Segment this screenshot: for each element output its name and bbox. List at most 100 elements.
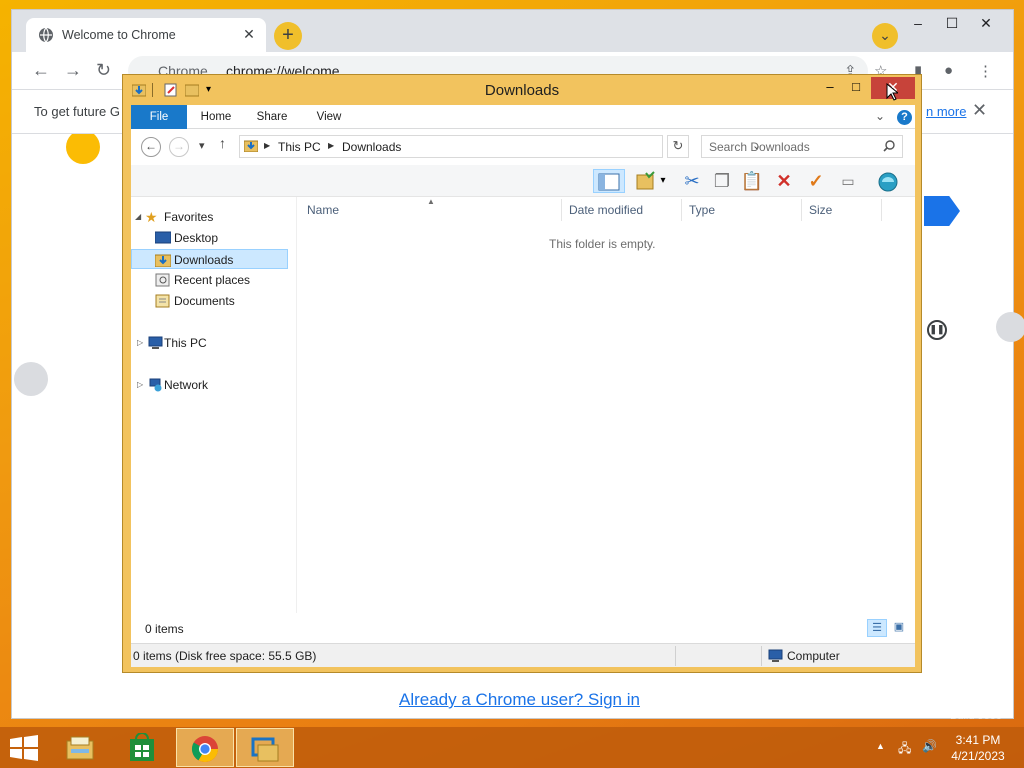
paste-icon[interactable]: 📋 — [739, 169, 765, 193]
taskbar-chrome[interactable] — [176, 728, 234, 767]
explorer-minimize-button[interactable]: – — [819, 77, 841, 99]
profile-icon[interactable]: ● — [944, 62, 953, 79]
forward-icon[interactable]: → — [64, 60, 82, 81]
show-hidden-icons-icon[interactable]: ▲ — [876, 741, 885, 751]
mouse-cursor-icon — [886, 83, 898, 101]
column-divider[interactable] — [561, 199, 562, 221]
collapse-triangle-icon[interactable]: ◢ — [135, 207, 141, 227]
globe-icon — [39, 27, 53, 43]
select-folder-icon[interactable] — [633, 169, 659, 193]
tab-file[interactable]: File — [131, 105, 187, 129]
help-icon[interactable]: ? — [897, 110, 912, 125]
chrome-tab-close-icon[interactable]: ✕ — [240, 26, 258, 43]
column-divider[interactable] — [881, 199, 882, 221]
column-date-modified[interactable]: Date modified — [569, 203, 643, 217]
tree-desktop[interactable]: Desktop — [131, 228, 287, 248]
cut-icon[interactable]: ✂ — [679, 169, 705, 193]
tree-this-pc[interactable]: ▷ This PC — [131, 333, 287, 353]
command-toolbar: ▾ ✂ ❐ 📋 ✕ ✓ ▭ — [131, 165, 915, 197]
recent-locations-icon[interactable]: ▾ — [199, 139, 205, 152]
decorative-arrow — [924, 196, 960, 226]
folder-download-icon — [155, 254, 171, 267]
chrome-tab-title: Welcome to Chrome — [62, 28, 176, 42]
column-name[interactable]: Name — [307, 203, 339, 217]
taskbar-store[interactable] — [114, 728, 172, 767]
forward-button[interactable]: → — [169, 137, 189, 157]
expand-ribbon-icon[interactable]: ⌄ — [875, 109, 885, 123]
column-divider[interactable] — [681, 199, 682, 221]
tree-documents[interactable]: Documents — [131, 291, 287, 311]
properties-icon[interactable] — [875, 169, 901, 193]
tab-view[interactable]: View — [307, 105, 351, 129]
column-type[interactable]: Type — [689, 203, 715, 217]
folder-icon — [251, 737, 279, 762]
tree-recent-places[interactable]: Recent places — [131, 270, 287, 290]
watermark: Build 9600 — [950, 710, 1002, 722]
menu-icon[interactable]: ⋮ — [978, 62, 993, 80]
copy-icon[interactable]: ❐ — [709, 169, 735, 193]
file-list[interactable]: ▲ Name Date modified Type Size This fold… — [297, 197, 915, 613]
windows-start-icon[interactable] — [8, 735, 40, 761]
tree-downloads[interactable]: Downloads — [131, 249, 288, 269]
taskbar: ▲ 🖧 🔊 3:41 PM 4/21/2023 — [0, 727, 1024, 768]
rename-icon[interactable]: ▭ — [835, 169, 861, 193]
taskbar-explorer-window[interactable] — [236, 728, 294, 767]
computer-icon — [148, 336, 163, 349]
check-icon[interactable]: ✓ — [803, 169, 829, 193]
status-divider — [675, 646, 676, 666]
clock-date: 4/21/2023 — [951, 749, 1005, 763]
system-clock[interactable]: 3:41 PM 4/21/2023 — [940, 732, 1016, 764]
explorer-title: Downloads — [484, 82, 560, 99]
close-button[interactable]: ✕ — [969, 12, 1003, 36]
reload-icon[interactable]: ↻ — [96, 60, 111, 81]
pause-icon[interactable]: ❚❚ — [927, 320, 947, 340]
explorer-maximize-button[interactable]: □ — [845, 77, 867, 99]
address-bar[interactable]: ▶ This PC ▶ Downloads ⌄ — [239, 135, 761, 158]
back-icon[interactable]: ← — [32, 60, 50, 81]
search-placeholder: Search Downloads — [709, 140, 810, 154]
item-count: 0 items — [145, 622, 184, 636]
tree-network[interactable]: ▷ Network — [131, 375, 287, 395]
up-icon[interactable]: ↑ — [219, 135, 226, 151]
infobar-close-icon[interactable]: ✕ — [972, 100, 987, 121]
disk-status: 0 items (Disk free space: 55.5 GB) — [133, 649, 317, 663]
search-input[interactable]: Search Downloads — [701, 135, 903, 158]
expand-triangle-icon[interactable]: ▷ — [137, 333, 143, 353]
chrome-tab-strip: Welcome to Chrome ✕ + ⌄ – ☐ ✕ — [12, 10, 1013, 52]
status-bar-bottom: 0 items (Disk free space: 55.5 GB) Compu… — [131, 643, 915, 667]
expand-triangle-icon[interactable]: ▷ — [137, 375, 143, 395]
breadcrumb-this-pc[interactable]: This PC — [278, 140, 321, 154]
column-divider[interactable] — [801, 199, 802, 221]
breadcrumb-downloads[interactable]: Downloads — [342, 140, 401, 154]
address-row: ← → ▾ ↑ ▶ This PC ▶ Downloads ⌄ ↻ Search… — [131, 129, 915, 165]
file-explorer-window: ▾ Downloads – □ ✕ File Home Share View ⌄… — [122, 74, 922, 673]
folder-icon — [244, 140, 258, 152]
chevron-down-icon[interactable]: ⌄ — [872, 23, 898, 49]
large-icons-view-icon[interactable]: ▣ — [889, 619, 909, 637]
tree-label: Recent places — [174, 273, 251, 287]
tab-share[interactable]: Share — [249, 105, 295, 129]
tree-favorites[interactable]: ◢ ★ Favorites — [131, 207, 287, 227]
column-size[interactable]: Size — [809, 203, 832, 217]
minimize-button[interactable]: – — [901, 12, 935, 36]
chrome-tab-welcome[interactable]: Welcome to Chrome ✕ — [26, 18, 266, 52]
decorative-circle — [66, 134, 100, 164]
tab-home[interactable]: Home — [193, 105, 239, 129]
back-button[interactable]: ← — [141, 137, 161, 157]
infobar-learn-more-link[interactable]: n more — [926, 104, 966, 119]
tree-label: Desktop — [174, 231, 219, 245]
chevron-down-icon[interactable]: ▾ — [657, 169, 669, 193]
delete-icon[interactable]: ✕ — [771, 169, 797, 193]
taskbar-file-explorer[interactable] — [52, 728, 110, 767]
new-tab-button[interactable]: + — [274, 22, 302, 50]
navigation-pane-icon[interactable] — [593, 169, 625, 193]
maximize-button[interactable]: ☐ — [935, 12, 969, 36]
refresh-icon[interactable]: ↻ — [667, 135, 689, 158]
volume-icon[interactable]: 🔊 — [922, 739, 937, 753]
file-explorer-icon — [66, 736, 94, 760]
signin-link[interactable]: Already a Chrome user? Sign in — [399, 690, 640, 710]
network-status-icon[interactable]: 🖧 — [898, 739, 911, 760]
decorative-circle — [996, 312, 1024, 342]
chrome-window-controls: – ☐ ✕ — [901, 12, 1003, 36]
details-view-icon[interactable]: ☰ — [867, 619, 887, 637]
